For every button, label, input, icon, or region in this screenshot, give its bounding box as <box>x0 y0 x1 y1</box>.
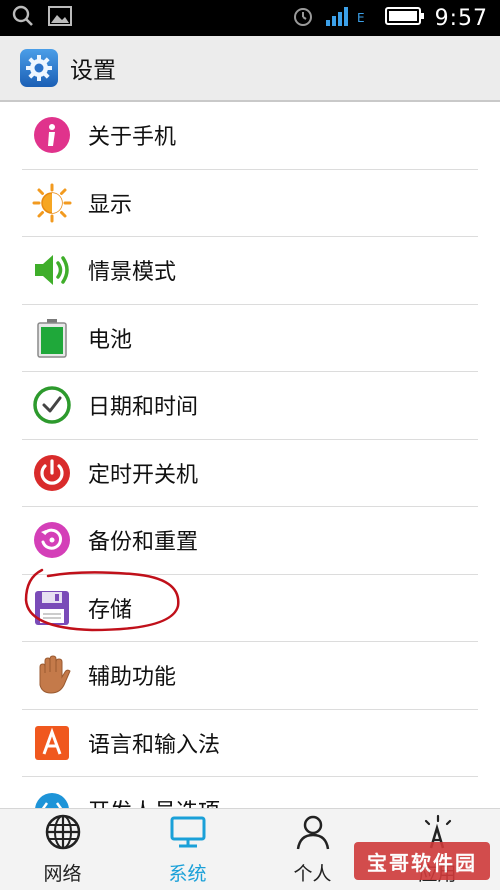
language-icon <box>32 723 72 763</box>
alarm-icon <box>291 4 315 32</box>
settings-item-battery[interactable]: 电池 <box>22 305 478 372</box>
settings-item-developer-options[interactable]: 开发人员选项 <box>22 777 478 808</box>
battery-icon <box>32 318 72 358</box>
settings-item-label: 显示 <box>88 192 133 218</box>
settings-list: 关于手机 显示 情景模式 电池 日期和时间 定时开关机 备份和重置 存储 辅助功… <box>22 102 478 808</box>
info-icon <box>32 115 72 155</box>
search-icon <box>12 5 34 31</box>
settings-item-scheduled-power[interactable]: 定时开关机 <box>22 440 478 507</box>
tab-label: 个人 <box>293 863 332 885</box>
settings-item-storage[interactable]: 存储 <box>22 575 478 642</box>
settings-item-display[interactable]: 显示 <box>22 170 478 237</box>
action-bar: 设置 <box>0 36 500 102</box>
settings-item-label: 关于手机 <box>88 125 177 151</box>
globe-icon <box>44 813 82 855</box>
brightness-icon <box>32 183 72 223</box>
gear-icon[interactable] <box>20 49 58 87</box>
settings-item-label: 电池 <box>88 327 133 353</box>
settings-item-language-input[interactable]: 语言和输入法 <box>22 710 478 777</box>
tab-network[interactable]: 网络 <box>0 809 125 890</box>
volume-icon <box>32 250 72 290</box>
settings-item-label: 定时开关机 <box>88 462 199 488</box>
status-bar: E 9:57 <box>0 0 500 36</box>
network-type-label: E <box>357 11 365 25</box>
settings-item-date-time[interactable]: 日期和时间 <box>22 372 478 440</box>
floppy-disk-icon <box>32 588 72 628</box>
developer-icon <box>32 790 72 808</box>
image-icon <box>48 6 72 30</box>
settings-item-label: 日期和时间 <box>88 395 199 421</box>
backup-icon <box>32 520 72 560</box>
signal-icon <box>325 5 355 31</box>
clock-icon <box>32 385 72 425</box>
person-icon <box>294 813 332 855</box>
settings-item-accessibility[interactable]: 辅助功能 <box>22 642 478 710</box>
watermark: 宝哥软件园 <box>354 842 490 880</box>
tab-label: 系统 <box>168 863 207 885</box>
hand-icon <box>32 655 72 695</box>
settings-item-label: 存储 <box>88 597 133 623</box>
tab-system[interactable]: 系统 <box>125 809 250 890</box>
settings-item-sound-profile[interactable]: 情景模式 <box>22 237 478 305</box>
settings-item-label: 语言和输入法 <box>88 732 221 758</box>
page-title: 设置 <box>70 58 116 84</box>
tab-label: 网络 <box>43 863 82 885</box>
settings-item-about-phone[interactable]: 关于手机 <box>22 102 478 170</box>
monitor-icon <box>169 813 207 855</box>
settings-item-label: 情景模式 <box>88 260 177 286</box>
battery-status-icon <box>384 6 425 30</box>
power-icon <box>32 453 72 493</box>
clock-time: 9:57 <box>434 5 488 31</box>
settings-item-label: 备份和重置 <box>88 530 199 556</box>
settings-item-backup-reset[interactable]: 备份和重置 <box>22 507 478 575</box>
settings-item-label: 辅助功能 <box>88 665 177 691</box>
settings-item-label: 开发人员选项 <box>88 794 220 808</box>
